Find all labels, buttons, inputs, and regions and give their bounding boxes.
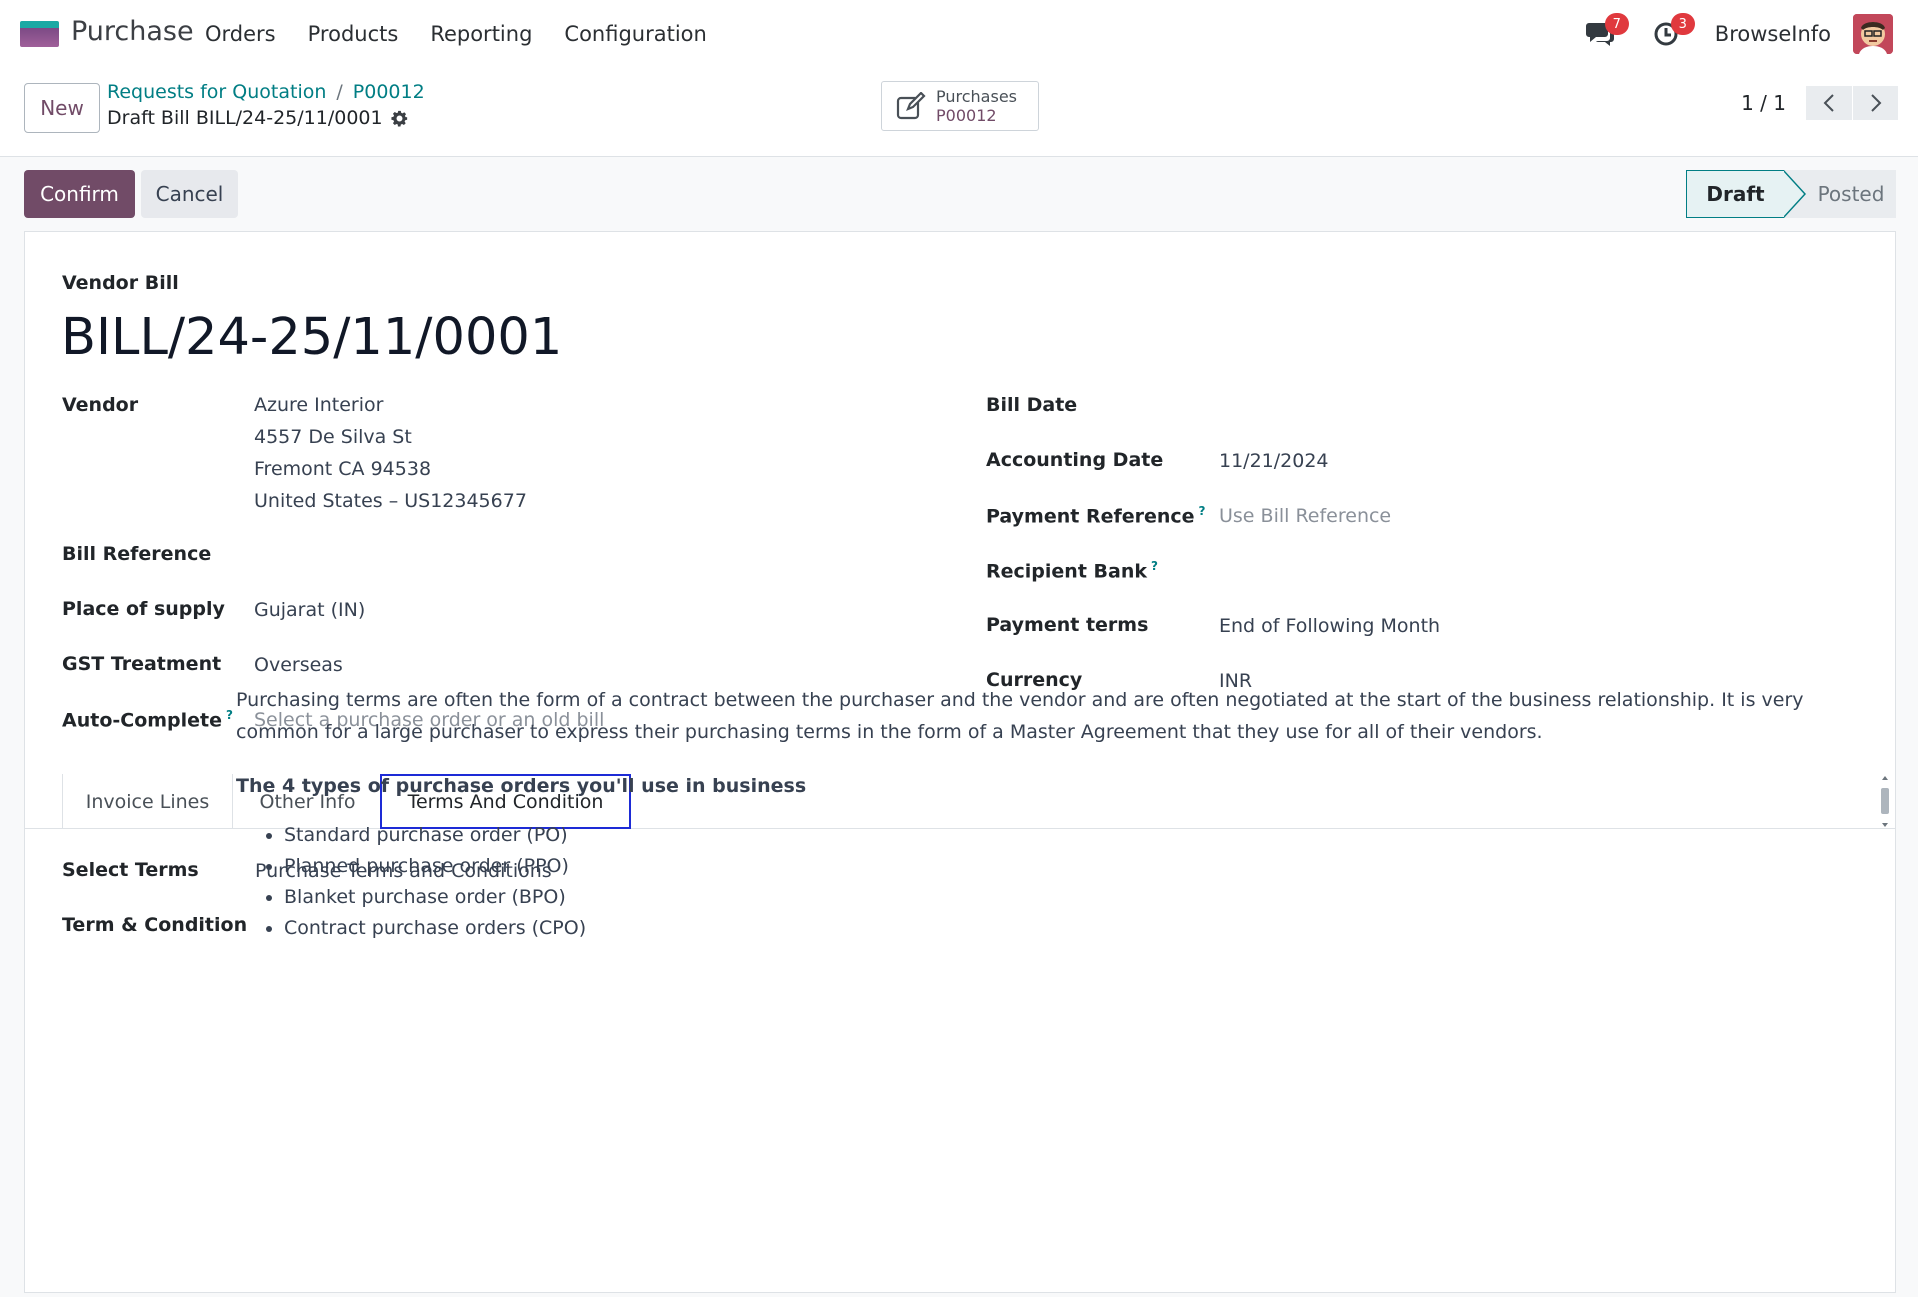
document-name: BILL/24-25/11/0001: [61, 308, 563, 367]
terms-heading: The 4 types of purchase orders you'll us…: [236, 775, 807, 797]
recipient-bank-label: Recipient Bank?: [986, 559, 1158, 583]
activities-button[interactable]: 3: [1649, 13, 1695, 51]
help-icon[interactable]: ?: [1199, 504, 1206, 518]
vendor-label: Vendor: [62, 394, 139, 416]
breadcrumb-rfq[interactable]: Requests for Quotation: [107, 81, 326, 103]
payment-reference-label: Payment Reference?: [986, 504, 1206, 528]
payment-terms-label: Payment terms: [986, 614, 1149, 636]
edit-icon: [896, 92, 926, 120]
help-icon[interactable]: ?: [1151, 559, 1158, 573]
chevron-right-icon: [1870, 94, 1881, 112]
list-item: Contract purchase orders (CPO): [284, 913, 1836, 944]
vendor-country: United States – US12345677: [254, 490, 527, 512]
menu-reporting[interactable]: Reporting: [430, 22, 532, 46]
list-item: Blanket purchase order (BPO): [284, 882, 1836, 913]
vendor-street: 4557 De Silva St: [254, 426, 412, 448]
vendor-name: Azure Interior: [254, 394, 384, 416]
status-arrow: [1783, 170, 1806, 218]
messages-badge: 7: [1604, 13, 1629, 35]
bill-reference-label: Bill Reference: [62, 543, 212, 565]
gst-treatment-field[interactable]: Overseas: [254, 654, 343, 676]
payment-reference-field[interactable]: Use Bill Reference: [1219, 505, 1391, 527]
scroll-up-icon: [1882, 776, 1888, 780]
term-condition-field[interactable]: Purchasing terms are often the form of a…: [236, 684, 1836, 944]
confirm-button[interactable]: Confirm: [24, 170, 135, 218]
bill-date-label: Bill Date: [986, 394, 1078, 416]
menu-configuration[interactable]: Configuration: [564, 22, 706, 46]
breadcrumb-po[interactable]: P00012: [353, 81, 425, 103]
messages-button[interactable]: 7: [1583, 13, 1629, 51]
purchases-smart-button[interactable]: Purchases P00012: [881, 81, 1039, 131]
pager-previous-button[interactable]: [1806, 86, 1852, 120]
select-terms-label: Select Terms: [62, 859, 199, 881]
list-item: Standard purchase order (PO): [284, 820, 1836, 851]
cancel-button[interactable]: Cancel: [141, 170, 238, 218]
vendor-city: Fremont CA 94538: [254, 458, 432, 480]
place-of-supply-field[interactable]: Gujarat (IN): [254, 599, 365, 621]
new-button[interactable]: New: [24, 83, 100, 133]
company-switcher[interactable]: BrowseInfo: [1715, 22, 1831, 46]
accounting-date-field[interactable]: 11/21/2024: [1219, 450, 1329, 472]
payment-terms-field[interactable]: End of Following Month: [1219, 615, 1440, 637]
breadcrumb-separator: /: [336, 81, 343, 103]
current-record: Draft Bill BILL/24-25/11/0001: [107, 107, 408, 129]
tab-invoice-lines[interactable]: Invoice Lines: [62, 774, 233, 829]
purchase-app-icon[interactable]: [20, 21, 59, 47]
terms-list: Standard purchase order (PO) Planned pur…: [236, 820, 1836, 944]
control-panel: New Requests for Quotation / P00012 Draft …: [0, 69, 1918, 157]
place-of-supply-label: Place of supply: [62, 598, 225, 620]
current-record-title: Draft Bill BILL/24-25/11/0001: [107, 107, 383, 129]
menu-orders[interactable]: Orders: [205, 22, 276, 46]
smart-button-label: Purchases: [936, 87, 1017, 106]
chevron-left-icon: [1823, 94, 1834, 112]
activities-badge: 3: [1670, 13, 1695, 35]
status-draft[interactable]: Draft: [1686, 170, 1784, 218]
auto-complete-label: Auto-Complete?: [62, 708, 233, 732]
accounting-date-label: Accounting Date: [986, 449, 1164, 471]
vendor-field[interactable]: Azure Interior 4557 De Silva St Fremont …: [254, 389, 527, 517]
scroll-down-icon: [1882, 823, 1888, 827]
pager-value[interactable]: 1 / 1: [1741, 91, 1786, 115]
app-name[interactable]: Purchase: [71, 16, 194, 47]
terms-paragraph: Purchasing terms are often the form of a…: [236, 689, 1804, 743]
menu-products[interactable]: Products: [308, 22, 399, 46]
smart-button-value: P00012: [936, 106, 997, 125]
pager: 1 / 1: [1741, 86, 1898, 120]
breadcrumb: Requests for Quotation / P00012: [107, 81, 425, 103]
tabs-scrollbar[interactable]: [1879, 774, 1891, 829]
term-condition-label: Term & Condition: [62, 914, 248, 936]
status-bar: Draft Posted: [1686, 170, 1896, 218]
list-item: Planned purchase order (PPO): [284, 851, 1836, 882]
user-avatar[interactable]: [1853, 14, 1893, 54]
gst-treatment-label: GST Treatment: [62, 653, 222, 675]
document-type: Vendor Bill: [62, 272, 179, 294]
systray: 7 3 BrowseInfo: [1583, 13, 1893, 55]
help-icon[interactable]: ?: [226, 708, 233, 722]
scrollbar-thumb[interactable]: [1881, 788, 1889, 814]
main-menu: Orders Products Reporting Configuration: [205, 22, 707, 46]
gear-icon[interactable]: [391, 110, 408, 127]
pager-next-button[interactable]: [1852, 86, 1898, 120]
top-navbar: Purchase Orders Products Reporting Confi…: [0, 0, 1918, 69]
